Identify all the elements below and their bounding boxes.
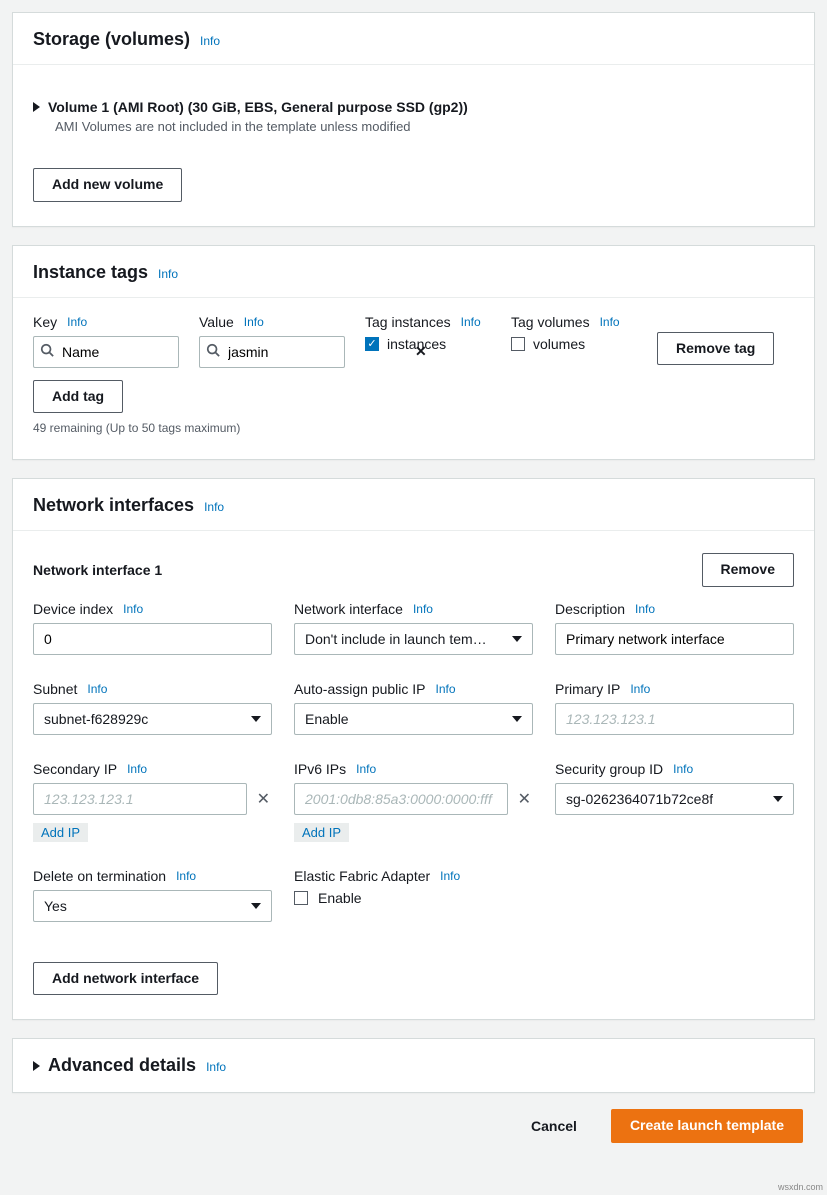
ipv6-info[interactable]: Info bbox=[356, 762, 376, 776]
value-info-link[interactable]: Info bbox=[244, 315, 264, 329]
remove-tag-button[interactable]: Remove tag bbox=[657, 332, 774, 366]
secondary-ip-info[interactable]: Info bbox=[127, 762, 147, 776]
volumes-checkbox-label: volumes bbox=[533, 336, 585, 352]
tags-info-link[interactable]: Info bbox=[158, 267, 178, 281]
subnet-select[interactable]: subnet-f628929c bbox=[33, 703, 272, 735]
add-ipv6-button[interactable]: Add IP bbox=[294, 823, 349, 842]
remove-interface-button[interactable]: Remove bbox=[702, 553, 794, 587]
volumes-checkbox[interactable] bbox=[511, 337, 525, 351]
key-input-wrap[interactable]: ✕ bbox=[33, 336, 179, 368]
primary-ip-label: Primary IP bbox=[555, 681, 620, 697]
caret-down-icon bbox=[251, 903, 261, 909]
tag-volumes-info-link[interactable]: Info bbox=[600, 315, 620, 329]
tags-title: Instance tags bbox=[33, 262, 148, 283]
network-interface-select[interactable]: Don't include in launch tem… bbox=[294, 623, 533, 655]
key-info-link[interactable]: Info bbox=[67, 315, 87, 329]
sg-info[interactable]: Info bbox=[673, 762, 693, 776]
auto-assign-select[interactable]: Enable bbox=[294, 703, 533, 735]
primary-ip-input[interactable] bbox=[555, 703, 794, 735]
primary-ip-info[interactable]: Info bbox=[630, 682, 650, 696]
advanced-header[interactable]: Advanced details Info bbox=[13, 1039, 814, 1092]
add-tag-button[interactable]: Add tag bbox=[33, 380, 123, 414]
network-interface-info[interactable]: Info bbox=[413, 602, 433, 616]
volume-row[interactable]: Volume 1 (AMI Root) (30 GiB, EBS, Genera… bbox=[33, 81, 794, 115]
efa-checkbox[interactable] bbox=[294, 891, 308, 905]
description-info[interactable]: Info bbox=[635, 602, 655, 616]
interface-1-title: Network interface 1 bbox=[33, 562, 162, 578]
watermark: wsxdn.com bbox=[778, 1182, 823, 1192]
network-interfaces-title: Network interfaces bbox=[33, 495, 194, 516]
search-icon bbox=[40, 343, 54, 360]
efa-label: Elastic Fabric Adapter bbox=[294, 868, 430, 884]
chevron-right-icon bbox=[33, 1061, 40, 1071]
advanced-info-link[interactable]: Info bbox=[206, 1060, 226, 1074]
device-index-input[interactable] bbox=[33, 623, 272, 655]
cancel-button[interactable]: Cancel bbox=[517, 1112, 591, 1140]
ipv6-input[interactable] bbox=[294, 783, 508, 815]
subnet-info[interactable]: Info bbox=[87, 682, 107, 696]
sg-label: Security group ID bbox=[555, 761, 663, 777]
tags-panel: Instance tags Info Key Info ✕ bbox=[12, 245, 815, 461]
efa-checkbox-label: Enable bbox=[318, 890, 362, 906]
subnet-label: Subnet bbox=[33, 681, 77, 697]
network-interfaces-info-link[interactable]: Info bbox=[204, 500, 224, 514]
tags-remaining-hint: 49 remaining (Up to 50 tags maximum) bbox=[33, 421, 794, 435]
add-volume-button[interactable]: Add new volume bbox=[33, 168, 182, 202]
auto-assign-info[interactable]: Info bbox=[436, 682, 456, 696]
secondary-ip-input[interactable] bbox=[33, 783, 247, 815]
device-index-info[interactable]: Info bbox=[123, 602, 143, 616]
del-term-info[interactable]: Info bbox=[176, 869, 196, 883]
remove-ipv6-icon[interactable]: ✕ bbox=[516, 789, 533, 809]
tag-instances-label: Tag instances bbox=[365, 314, 451, 330]
caret-down-icon bbox=[512, 716, 522, 722]
remove-secondary-ip-icon[interactable]: ✕ bbox=[255, 789, 272, 809]
caret-down-icon bbox=[512, 636, 522, 642]
network-interfaces-panel: Network interfaces Info Network interfac… bbox=[12, 478, 815, 1020]
value-input-wrap[interactable]: ✕ bbox=[199, 336, 345, 368]
efa-info[interactable]: Info bbox=[440, 869, 460, 883]
sg-select[interactable]: sg-0262364071b72ce8f bbox=[555, 783, 794, 815]
ipv6-label: IPv6 IPs bbox=[294, 761, 346, 777]
tag-instances-info-link[interactable]: Info bbox=[461, 315, 481, 329]
volume-title: Volume 1 (AMI Root) (30 GiB, EBS, Genera… bbox=[48, 99, 468, 115]
create-launch-template-button[interactable]: Create launch template bbox=[611, 1109, 803, 1143]
volume-subtitle: AMI Volumes are not included in the temp… bbox=[55, 119, 794, 134]
instances-checkbox[interactable]: ✓ bbox=[365, 337, 379, 351]
storage-info-link[interactable]: Info bbox=[200, 34, 220, 48]
key-label: Key bbox=[33, 314, 57, 330]
device-index-label: Device index bbox=[33, 601, 113, 617]
tag-volumes-label: Tag volumes bbox=[511, 314, 590, 330]
caret-down-icon bbox=[773, 796, 783, 802]
chevron-right-icon bbox=[33, 102, 40, 112]
value-label: Value bbox=[199, 314, 234, 330]
advanced-panel: Advanced details Info bbox=[12, 1038, 815, 1093]
del-term-label: Delete on termination bbox=[33, 868, 166, 884]
description-label: Description bbox=[555, 601, 625, 617]
search-icon bbox=[206, 343, 220, 360]
footer: Cancel Create launch template bbox=[12, 1105, 815, 1153]
storage-header: Storage (volumes) Info bbox=[13, 13, 814, 65]
storage-panel: Storage (volumes) Info Volume 1 (AMI Roo… bbox=[12, 12, 815, 227]
network-interfaces-header: Network interfaces Info bbox=[13, 479, 814, 531]
storage-title: Storage (volumes) bbox=[33, 29, 190, 50]
instances-checkbox-label: instances bbox=[387, 336, 446, 352]
add-secondary-ip-button[interactable]: Add IP bbox=[33, 823, 88, 842]
del-term-select[interactable]: Yes bbox=[33, 890, 272, 922]
tags-header: Instance tags Info bbox=[13, 246, 814, 298]
secondary-ip-label: Secondary IP bbox=[33, 761, 117, 777]
auto-assign-label: Auto-assign public IP bbox=[294, 681, 426, 697]
description-input[interactable] bbox=[555, 623, 794, 655]
advanced-title: Advanced details bbox=[48, 1055, 196, 1076]
caret-down-icon bbox=[251, 716, 261, 722]
add-network-interface-button[interactable]: Add network interface bbox=[33, 962, 218, 996]
network-interface-label: Network interface bbox=[294, 601, 403, 617]
